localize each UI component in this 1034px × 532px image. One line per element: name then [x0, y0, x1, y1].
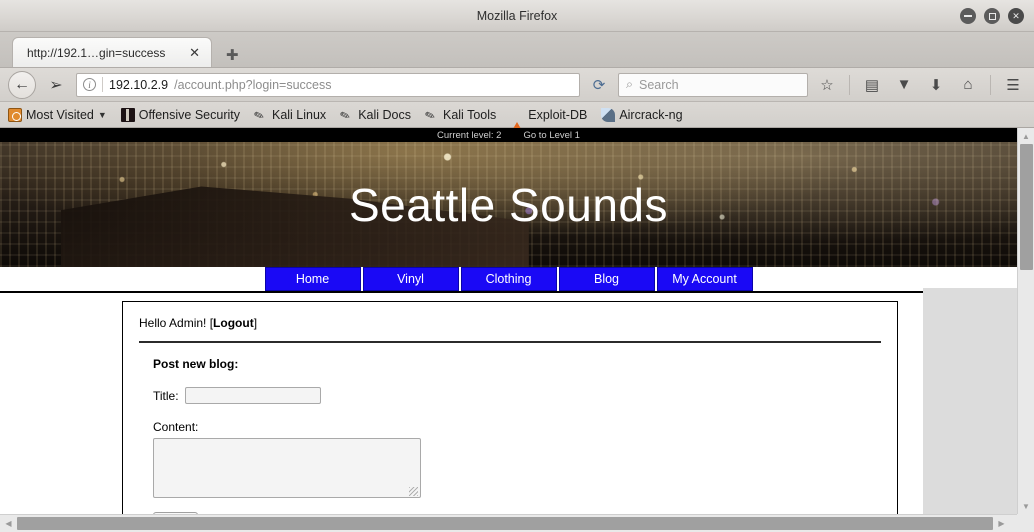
content-textarea[interactable]	[153, 438, 421, 498]
content-box: Hello Admin! [Logout] Post new blog: Tit…	[122, 301, 898, 514]
bookmarks-bar: Most Visited ▼ Offensive Security ✎ Kali…	[0, 102, 1034, 134]
window-titlebar: Mozilla Firefox ✕	[0, 0, 1034, 32]
content-field-row: Content:	[153, 420, 881, 498]
most-visited-icon	[8, 107, 22, 122]
reader-mode-icon[interactable]: ▤	[859, 72, 885, 98]
nav-item-my-account[interactable]: My Account	[656, 267, 753, 291]
goto-level-link[interactable]: Go to Level 1	[523, 130, 580, 141]
logout-link[interactable]: Logout	[213, 316, 254, 330]
web-page: Current level: 2 Go to Level 1 Seattle S…	[0, 128, 1017, 514]
bookmark-kali-docs[interactable]: ✎ Kali Docs	[338, 106, 411, 124]
offensive-security-icon	[120, 107, 135, 122]
home-icon[interactable]: ⌂	[955, 72, 981, 98]
horizontal-scrollbar[interactable]: ◀ ▶	[0, 514, 1034, 532]
aircrack-ng-icon	[601, 107, 616, 122]
maximize-button[interactable]	[984, 8, 1000, 24]
toolbar-separator-2	[990, 74, 991, 95]
hamburger-menu-icon[interactable]: ☰	[1000, 72, 1026, 98]
search-placeholder: Search	[639, 77, 679, 92]
url-host-text: 192.10.2.9	[109, 77, 169, 92]
reload-icon[interactable]: ⟳	[586, 73, 612, 97]
browser-tab-active[interactable]: http://192.1…gin=success ✕	[12, 37, 212, 67]
scroll-up-icon[interactable]: ▲	[1018, 128, 1034, 144]
title-input[interactable]	[184, 387, 321, 404]
page-content: Hello Admin! [Logout] Post new blog: Tit…	[0, 293, 1017, 514]
vertical-scrollbar-thumb[interactable]	[1019, 144, 1033, 270]
minimize-button[interactable]	[960, 8, 976, 24]
pocket-icon[interactable]: ▼	[891, 72, 917, 98]
bookmark-label: Most Visited	[26, 107, 94, 122]
bookmark-exploit-db[interactable]: Exploit-DB	[510, 107, 588, 134]
bookmark-label: Kali Tools	[442, 107, 497, 122]
nav-item-blog[interactable]: Blog	[558, 267, 655, 291]
content-label: Content:	[153, 420, 199, 434]
back-icon[interactable]: ←	[8, 70, 36, 99]
url-path-text: /account.php?login=success	[174, 77, 332, 92]
current-level-text: Current level: 2	[437, 129, 502, 141]
nav-item-clothing[interactable]: Clothing	[460, 267, 557, 291]
tab-close-icon[interactable]: ✕	[186, 45, 203, 61]
bookmark-star-icon[interactable]: ☆	[814, 72, 840, 98]
forward-icon[interactable]: ➢	[42, 71, 70, 99]
kali-dragon-icon: ✎	[338, 106, 353, 124]
scroll-right-icon[interactable]: ▶	[993, 516, 1010, 532]
toolbar-separator	[849, 74, 850, 95]
search-icon: ⌕	[626, 77, 634, 91]
greeting-prefix: Hello Admin! [	[139, 316, 214, 330]
kali-dragon-icon: ✎	[252, 106, 267, 124]
tab-label: http://192.1…gin=success	[27, 45, 166, 60]
scroll-left-icon[interactable]: ◀	[0, 516, 17, 532]
browser-viewport: Current level: 2 Go to Level 1 Seattle S…	[0, 128, 1034, 532]
page-side-fill	[923, 288, 1017, 514]
horizontal-scrollbar-thumb[interactable]	[17, 517, 993, 530]
site-nav-menu: Home Vinyl Clothing Blog My Account	[0, 267, 1017, 293]
bookmark-most-visited[interactable]: Most Visited ▼	[8, 107, 107, 122]
chevron-down-icon: ▼	[97, 109, 107, 120]
post-form: Post new blog: Title: Content: Post	[139, 357, 881, 514]
browser-toolbar: ← ➢ i 192.10.2.9/account.php?login=succe…	[0, 68, 1034, 102]
kali-dragon-icon: ✎	[423, 106, 438, 124]
bookmark-label: Aircrack-ng	[619, 107, 683, 122]
info-icon[interactable]: i	[83, 78, 96, 91]
close-icon[interactable]: ✕	[1008, 8, 1024, 24]
post-form-heading: Post new blog:	[153, 357, 239, 371]
url-bar[interactable]: i 192.10.2.9/account.php?login=success	[76, 72, 580, 97]
title-label: Title:	[153, 388, 179, 403]
bookmark-label: Kali Docs	[358, 107, 411, 122]
level-bar: Current level: 2 Go to Level 1	[0, 128, 1017, 142]
greeting-suffix: ]	[253, 316, 258, 330]
nav-item-vinyl[interactable]: Vinyl	[362, 267, 459, 291]
title-field-row: Title:	[153, 387, 881, 404]
search-input[interactable]: ⌕ Search	[618, 72, 808, 97]
bookmark-label: Offensive Security	[138, 107, 240, 122]
window-title: Mozilla Firefox	[476, 8, 558, 23]
greeting: Hello Admin! [Logout]	[139, 316, 881, 330]
new-tab-icon[interactable]: ✚	[212, 48, 251, 67]
divider	[139, 341, 881, 343]
url-separator	[102, 77, 103, 92]
vertical-scrollbar[interactable]: ▲ ▼	[1017, 128, 1034, 514]
bookmark-label: Exploit-DB	[528, 107, 588, 122]
window-controls: ✕	[960, 0, 1024, 32]
resize-handle-icon[interactable]	[409, 487, 418, 496]
tab-strip: http://192.1…gin=success ✕ ✚	[0, 32, 1034, 68]
exploit-db-icon	[510, 107, 525, 134]
bookmark-offensive-security[interactable]: Offensive Security	[120, 107, 240, 122]
site-title: Seattle Sounds	[348, 178, 668, 231]
bookmark-label: Kali Linux	[271, 107, 327, 122]
bookmark-kali-tools[interactable]: ✎ Kali Tools	[423, 106, 497, 124]
bookmark-kali-linux[interactable]: ✎ Kali Linux	[252, 106, 327, 124]
bookmark-aircrack-ng[interactable]: Aircrack-ng	[601, 107, 683, 122]
scrollbar-corner	[1017, 514, 1034, 532]
site-banner-image: Seattle Sounds	[0, 142, 1017, 267]
scroll-down-icon[interactable]: ▼	[1018, 498, 1034, 514]
downloads-icon[interactable]: ⬇	[923, 72, 949, 98]
nav-item-home[interactable]: Home	[264, 267, 361, 291]
